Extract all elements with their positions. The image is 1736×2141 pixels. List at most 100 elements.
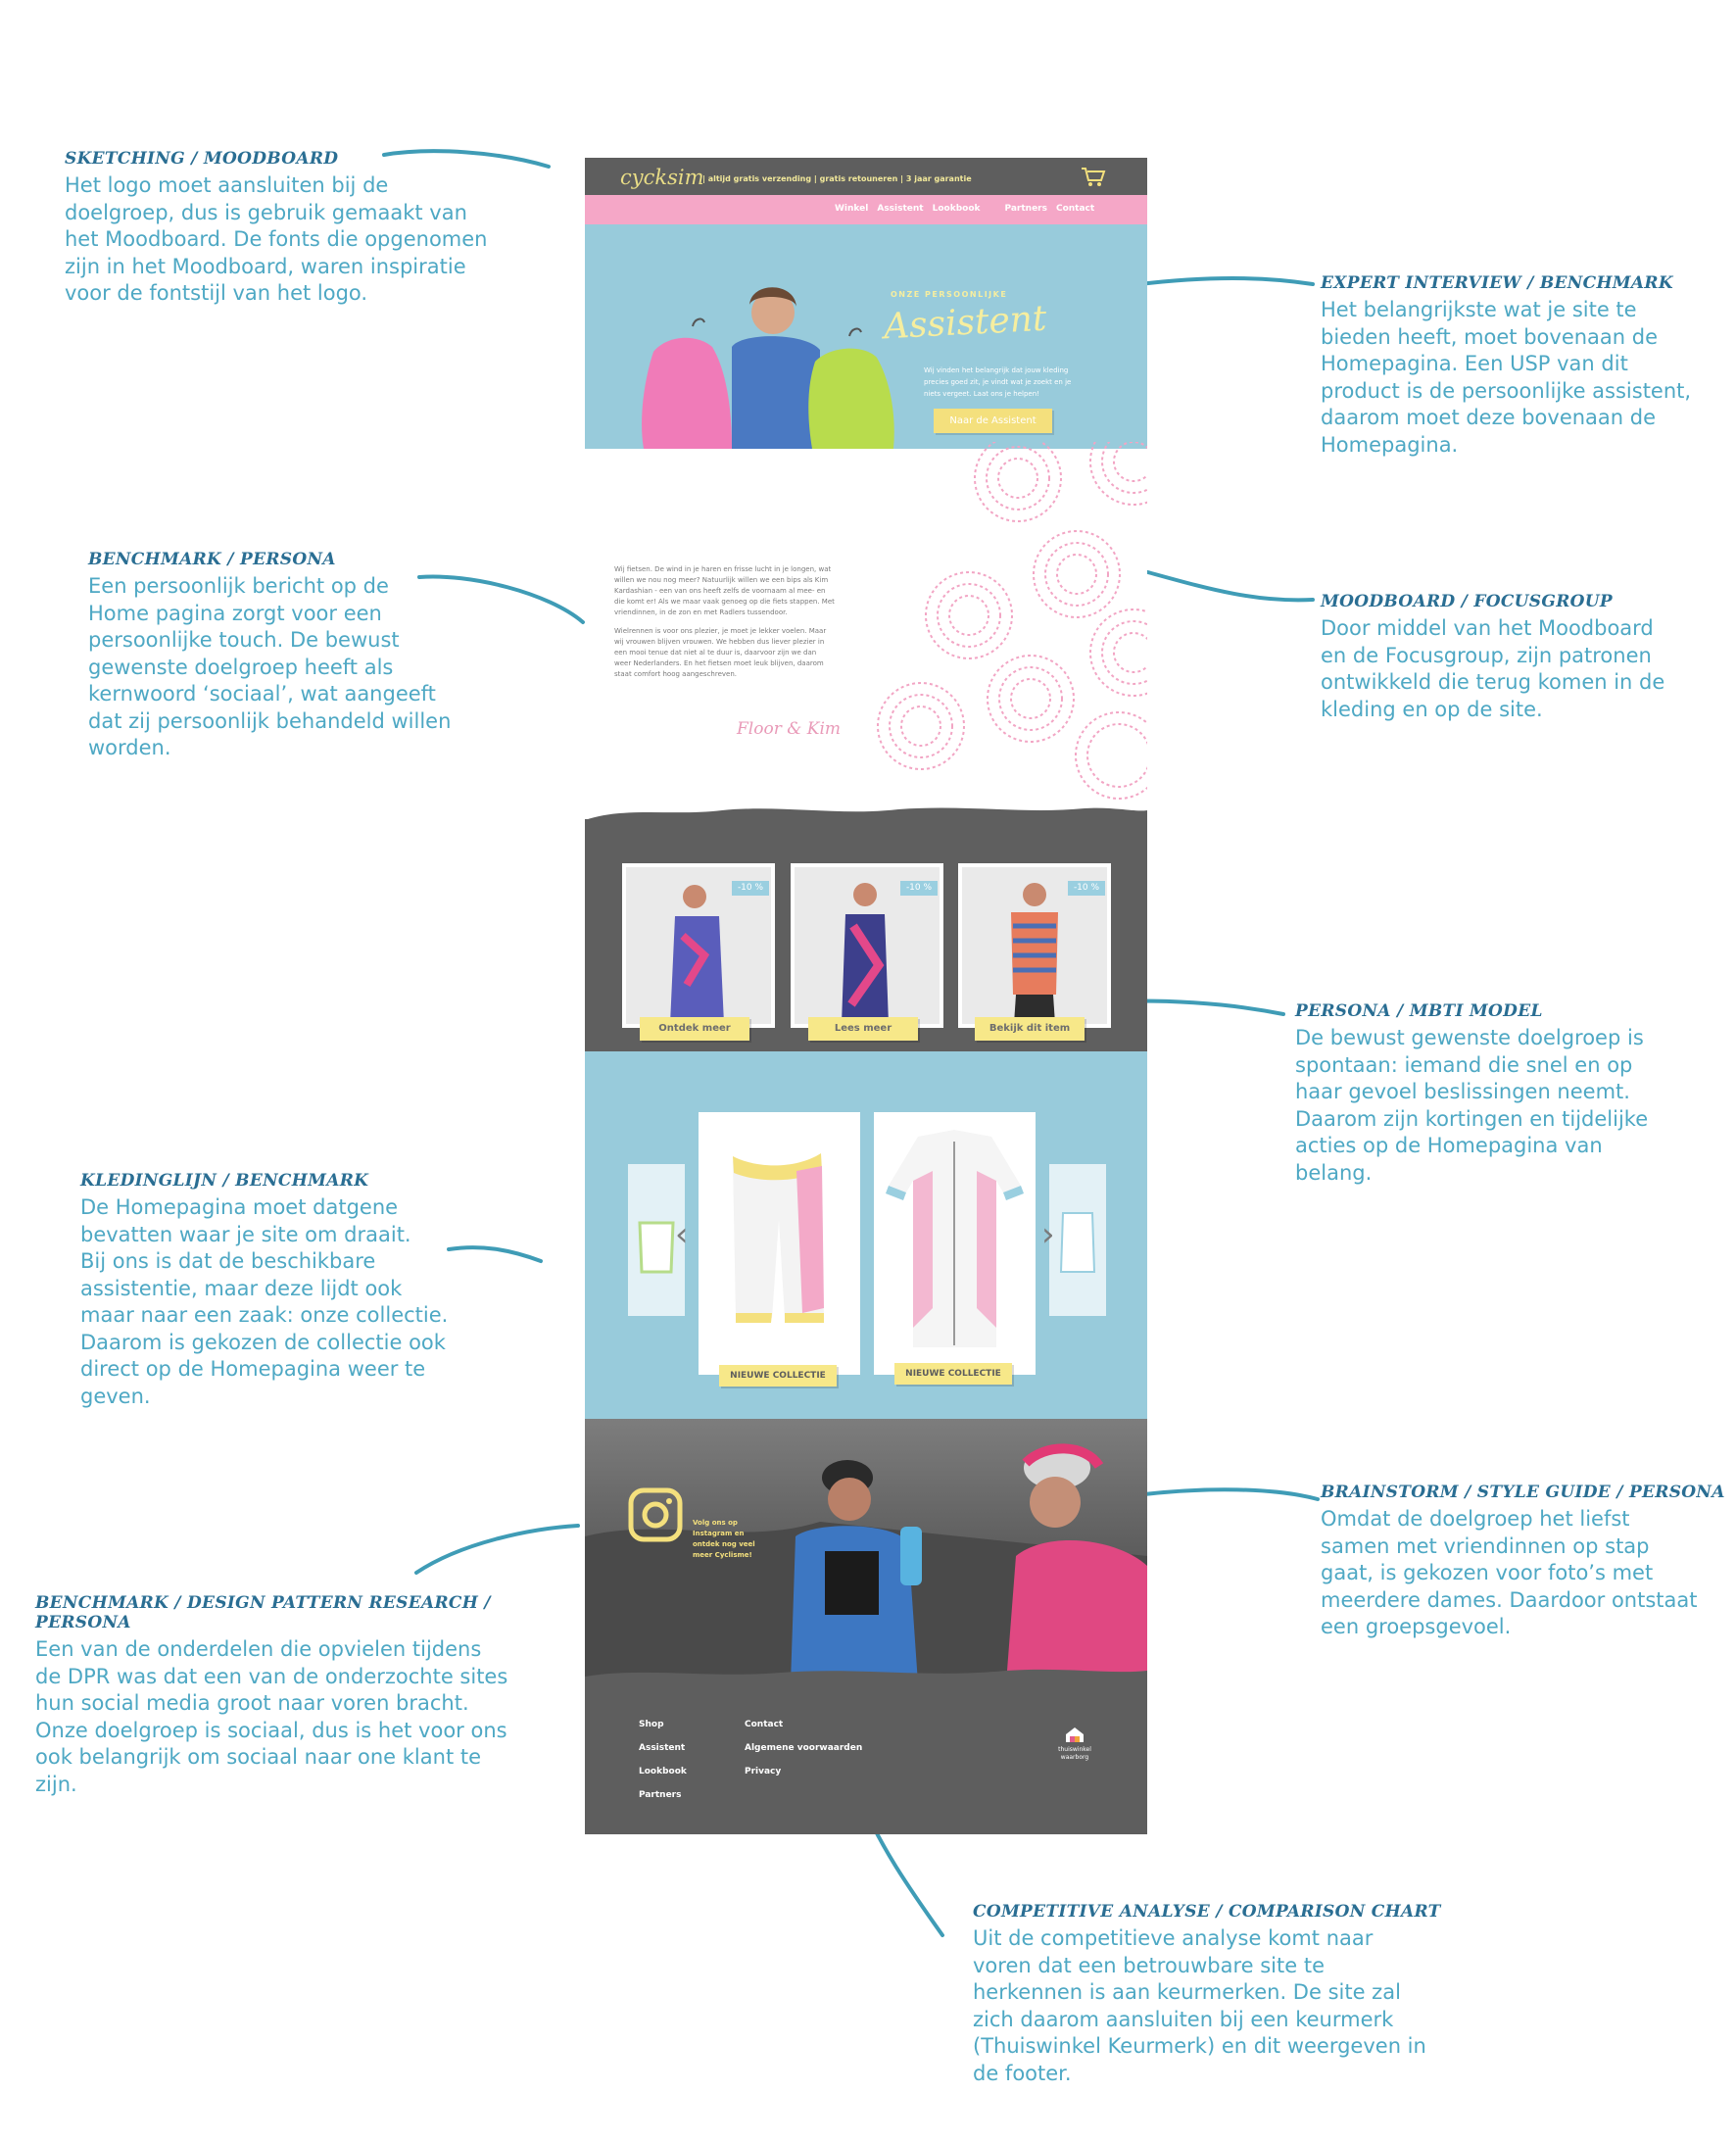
thuiswinkel-badge[interactable]: thuiswinkel waarborg <box>1055 1726 1094 1762</box>
signature: Floor & Kim <box>737 719 842 739</box>
annotation-heading: COMPETITIVE ANALYSE / COMPARISON CHART <box>973 1902 1441 1922</box>
annotation-line: Omdat de doelgroep het liefst <box>1321 1507 1630 1531</box>
annotation-line: Uit de competitieve analyse komt naar <box>973 1926 1374 1950</box>
footer-link-shop[interactable]: Shop <box>639 1713 687 1736</box>
nav-item-lookbook[interactable]: Lookbook <box>933 204 981 214</box>
annotation-line: daarom moet deze bovenaan de <box>1321 406 1657 429</box>
footer-link-partners[interactable]: Partners <box>639 1783 687 1807</box>
annotation-line: acties op de Homepagina van <box>1295 1134 1603 1157</box>
annotation-line: geven. <box>80 1384 151 1408</box>
instagram-section <box>585 1419 1147 1683</box>
nav-item-partners[interactable]: Partners <box>1005 204 1047 214</box>
view-item-button[interactable]: Bekijk dit item <box>975 1017 1085 1041</box>
instagram-text[interactable]: Volg ons op Instagram en ontdek nog veel… <box>693 1518 771 1561</box>
badge-line: thuiswinkel <box>1058 1746 1091 1753</box>
annotation-body: De bewust gewenste doelgroep is spontaan… <box>1295 1025 1707 1187</box>
read-more-button[interactable]: Lees meer <box>808 1017 918 1041</box>
annotation-line: zijn. <box>35 1772 77 1796</box>
annotation-line: worden. <box>88 736 171 759</box>
annotation-line: dat zij persoonlijk behandeld willen <box>88 708 452 733</box>
annotation-line: kernwoord ‘sociaal’, wat aangeeft <box>88 682 436 706</box>
annotation-line: Het logo moet aansluiten bij de <box>65 173 389 197</box>
footer-link-privacy[interactable]: Privacy <box>745 1760 862 1783</box>
cart-icon[interactable] <box>1081 167 1106 188</box>
annotation-heading: BENCHMARK / PERSONA <box>88 550 336 569</box>
annotation-line: direct op de Homepagina weer te <box>80 1357 426 1381</box>
annotation-line: bieden heeft, moet bovenaan de <box>1321 324 1659 349</box>
discount-badge: -10 % <box>1068 881 1105 896</box>
site-logo[interactable]: cycksim <box>620 166 704 189</box>
annotation-body: Door middel van het Moodboard en de Focu… <box>1321 615 1712 723</box>
homepage-mockup: cycksim | altijd gratis verzending | gra… <box>585 158 1147 1834</box>
story-paragraph: Wielrennen is voor ons plezier, je moet … <box>614 627 827 678</box>
annotation-body: Een van de onderdelen die opvielen tijde… <box>35 1636 564 1798</box>
annotation-line: en de Focusgroup, zijn patronen <box>1321 643 1652 667</box>
annotation-line: ook belangrijk om sociaal naar one klant… <box>35 1745 482 1769</box>
annotation-body: De Homepagina moet datgene bevatten waar… <box>80 1194 492 1410</box>
annotation-line: Daarom zijn kortingen en tijdelijke <box>1295 1106 1649 1131</box>
annotation-body: Omdat de doelgroep het liefst samen met … <box>1321 1506 1732 1641</box>
footer-column-shop: Shop Assistent Lookbook Partners <box>639 1713 687 1807</box>
nav-item-assistent[interactable]: Assistent <box>877 204 923 214</box>
annotation-competitive-analyse: COMPETITIVE ANALYSE / COMPARISON CHART U… <box>973 1902 1482 2087</box>
annotation-line: ontwikkeld die terug komen in de <box>1321 670 1665 694</box>
collection-card-shorts[interactable] <box>699 1112 860 1375</box>
nav-item-contact[interactable]: Contact <box>1056 204 1094 214</box>
annotation-body: Het logo moet aansluiten bij de doelgroe… <box>65 172 535 308</box>
site-header: cycksim | altijd gratis verzending | gra… <box>585 158 1147 197</box>
new-collection-button[interactable]: NIEUWE COLLECTIE <box>894 1363 1012 1385</box>
annotation-line: Homepagina. Een USP van dit <box>1321 352 1628 375</box>
nav-item-winkel[interactable]: Winkel <box>835 204 868 214</box>
annotation-heading: BENCHMARK / DESIGN PATTERN RESEARCH / PE… <box>35 1593 491 1632</box>
annotation-line: Een persoonlijk bericht op de <box>88 574 389 598</box>
annotation-line: product is de persoonlijke assistent, <box>1321 378 1692 403</box>
annotation-line: zijn in het Moodboard, waren inspiratie <box>65 254 466 278</box>
annotation-line: herkennen is aan keurmerken. De site zal <box>973 1980 1401 2004</box>
usp-tagline: | altijd gratis verzending | gratis reto… <box>702 174 972 183</box>
annotation-line: Een van de onderdelen die opvielen tijde… <box>35 1637 482 1661</box>
annotation-body: Een persoonlijk bericht op de Home pagin… <box>88 573 500 762</box>
product-jersey <box>886 1130 1024 1347</box>
annotation-line: gaat, is gekozen voor foto’s met <box>1321 1561 1654 1584</box>
annotation-line: doelgroep, dus is gebruik gemaakt van <box>65 200 467 224</box>
carousel-prev-arrow[interactable]: ‹ <box>675 1218 689 1251</box>
annotation-line: Door middel van het Moodboard <box>1321 616 1654 640</box>
annotation-line: gewenste doelgroep heeft als <box>88 655 394 679</box>
annotation-line: De Homepagina moet datgene <box>80 1195 399 1219</box>
sale-card[interactable]: -10 % <box>791 863 943 1028</box>
sale-card[interactable]: -10 % <box>958 863 1111 1028</box>
annotation-line: (Thuiswinkel Keurmerk) en dit weergeven … <box>973 2034 1426 2058</box>
annotation-line: hun social media groot naar voren bracht… <box>35 1691 469 1715</box>
hero-photo <box>642 287 894 449</box>
footer-link-terms[interactable]: Algemene voorwaarden <box>745 1736 862 1760</box>
footer-link-assistent[interactable]: Assistent <box>639 1736 687 1760</box>
discover-more-button[interactable]: Ontdek meer <box>640 1017 749 1041</box>
footer-link-lookbook[interactable]: Lookbook <box>639 1760 687 1783</box>
annotation-line: maar naar een zaak: onze collectie. <box>80 1303 449 1327</box>
annotation-line: Onze doelgroep is sociaal, dus is het vo… <box>35 1718 507 1742</box>
annotation-line: Het belangrijkste wat je site te <box>1321 298 1637 321</box>
hero-section: ONZE PERSOONLIJKE Assistent Wij vinden h… <box>585 224 1147 449</box>
assistant-button[interactable]: Naar de Assistent <box>934 409 1052 433</box>
annotation-line: meerdere dames. Daardoor ontstaat <box>1321 1587 1698 1612</box>
sale-card[interactable]: -10 % <box>622 863 775 1028</box>
badge-line: waarborg <box>1060 1754 1089 1761</box>
annotation-line: assistentie, maar deze lijdt ook <box>80 1276 403 1300</box>
annotation-line: voor de fontstijl van het logo. <box>65 281 368 305</box>
carousel-next-arrow[interactable]: › <box>1041 1218 1055 1251</box>
main-nav: Winkel Assistent Lookbook Partners Conta… <box>835 204 1094 214</box>
instagram-icon[interactable] <box>628 1487 683 1542</box>
annotation-body: Het belangrijkste wat je site te bieden … <box>1321 297 1732 459</box>
annotation-heading: EXPERT INTERVIEW / BENCHMARK <box>1321 273 1673 293</box>
annotation-heading: BRAINSTORM / STYLE GUIDE / PERSONA <box>1321 1483 1725 1502</box>
new-collection-button[interactable]: NIEUWE COLLECTIE <box>719 1365 837 1387</box>
annotation-line: persoonlijke touch. De bewust <box>88 628 400 652</box>
annotation-line: de DPR was dat een van de onderzochte si… <box>35 1664 508 1688</box>
footer-link-contact[interactable]: Contact <box>745 1713 862 1736</box>
annotation-line: het Moodboard. De fonts die opgenomen <box>65 227 488 251</box>
story-paragraph: Wij fietsen. De wind in je haren en fris… <box>614 565 835 616</box>
annotation-line: Daarom is gekozen de collectie ook <box>80 1330 446 1354</box>
collection-card-jersey[interactable] <box>874 1112 1036 1375</box>
carousel-peek-right <box>1049 1164 1106 1316</box>
annotation-line: de footer. <box>973 2061 1072 2085</box>
